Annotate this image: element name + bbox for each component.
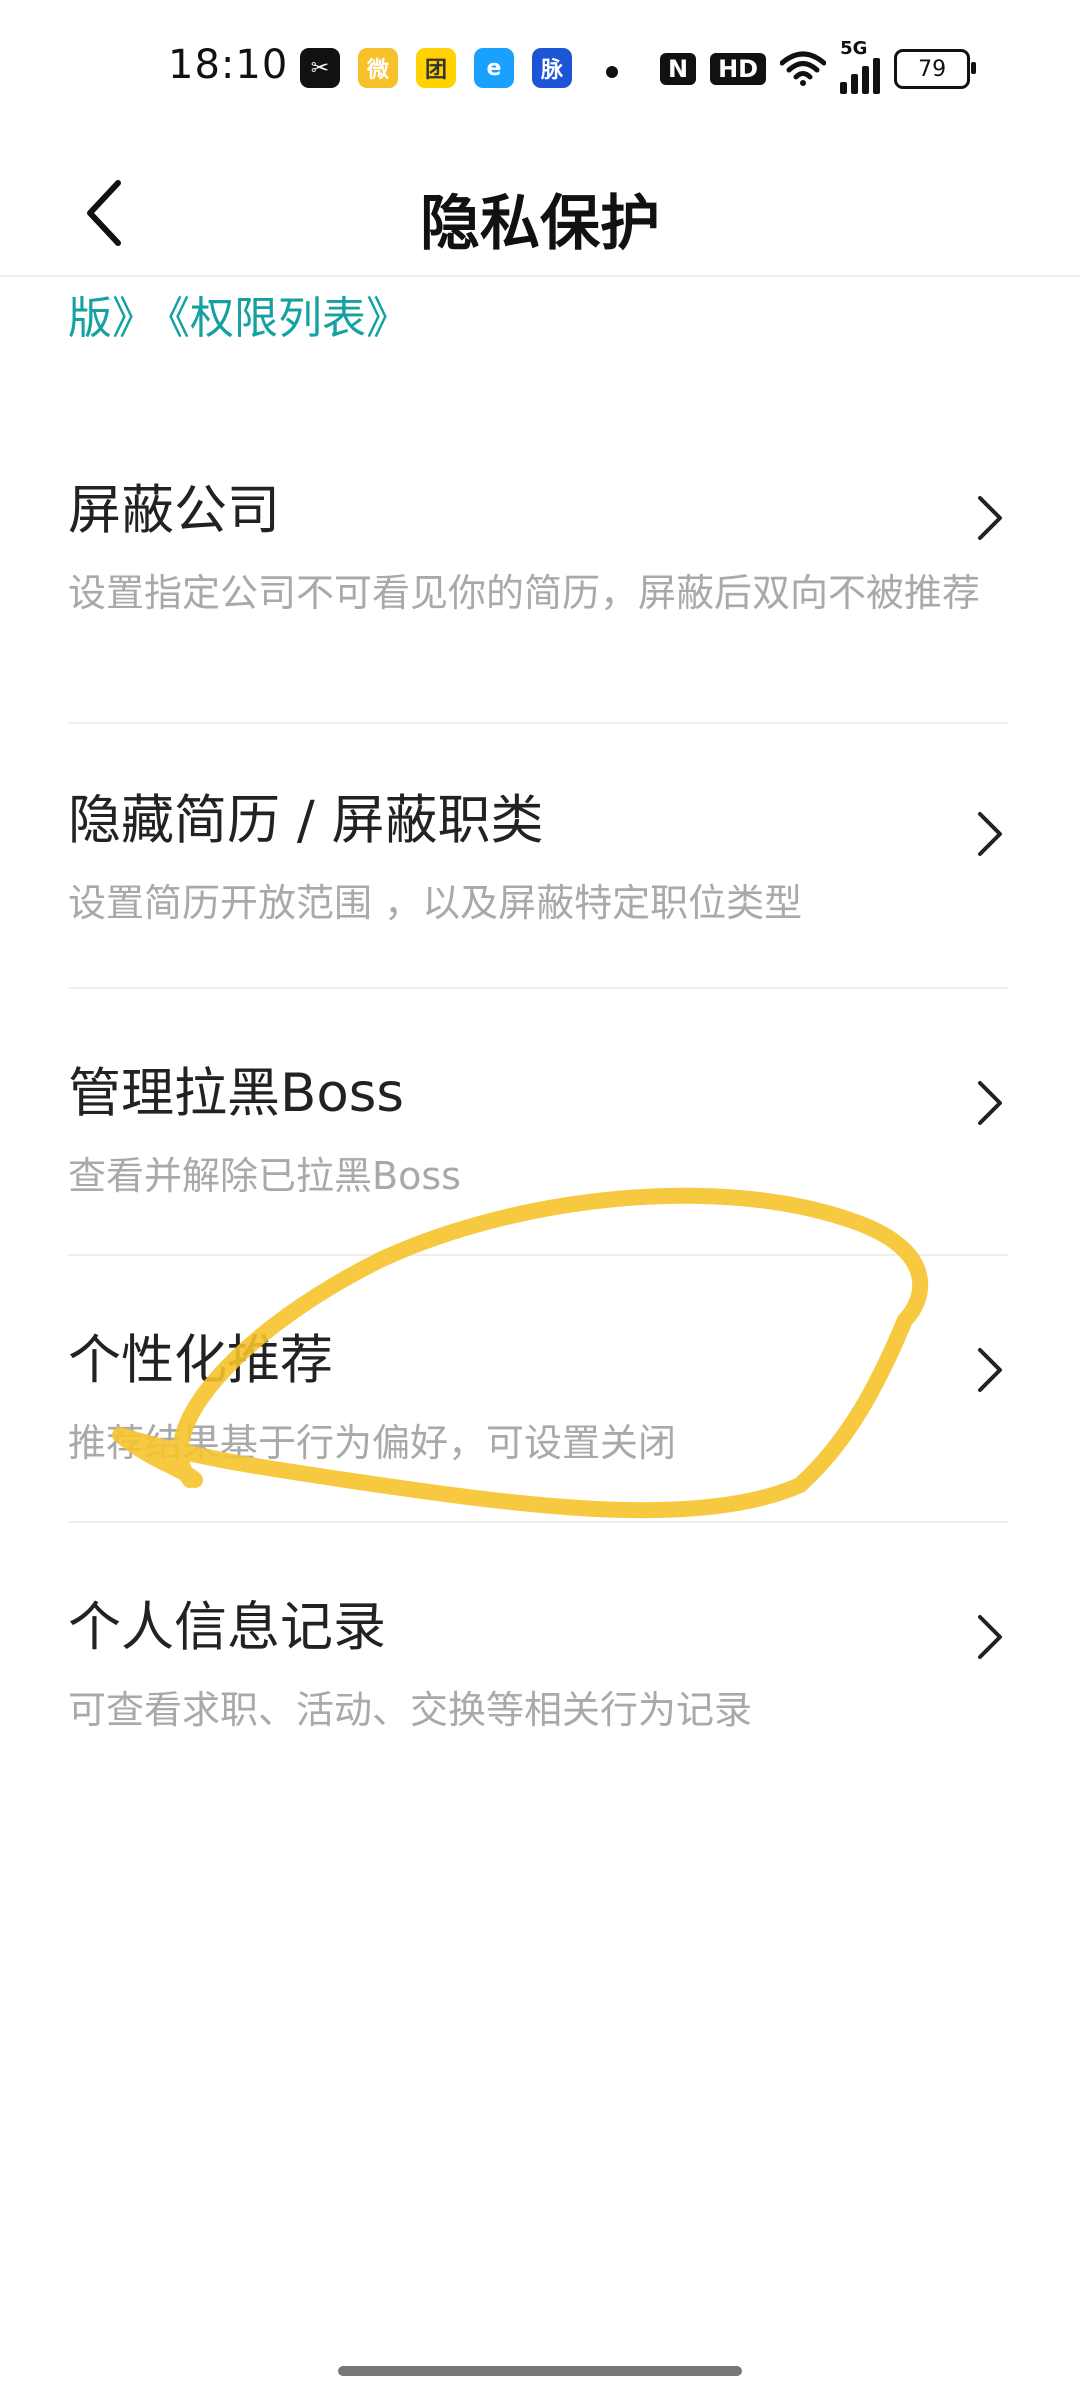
setting-title: 屏蔽公司 <box>68 480 280 541</box>
setting-description: 可查看求职、活动、交换等相关行为记录 <box>68 1688 753 1732</box>
signal-5g: 5G <box>840 38 881 94</box>
setting-description: 推荐结果基于行为偏好，可设置关闭 <box>68 1421 677 1465</box>
chevron-right-icon <box>978 812 1002 856</box>
setting-block-company[interactable]: 屏蔽公司 设置指定公司不可看见你的简历，屏蔽后双向不被推荐 <box>68 440 1008 724</box>
network-type-label: 5G <box>840 38 868 59</box>
top-app-bar: 隐私保护 <box>0 145 1080 277</box>
setting-personal-info-record[interactable]: 个人信息记录 可查看求职、活动、交换等相关行为记录 <box>68 1523 1008 1788</box>
meituan-icon: 团 <box>416 48 456 88</box>
setting-personalized-recommendation[interactable]: 个性化推荐 推荐结果基于行为偏好，可设置关闭 <box>68 1256 1008 1523</box>
setting-title: 隐藏简历 / 屏蔽职类 <box>68 790 544 851</box>
hd-icon: HD <box>710 53 767 85</box>
chevron-right-icon <box>978 1615 1002 1659</box>
page-title: 隐私保护 <box>420 189 660 259</box>
status-bar: 18:10 ✂ 微 团 e 脉 N HD 5G 79 <box>0 0 1080 145</box>
notification-icons: ✂ 微 团 e 脉 <box>300 48 572 88</box>
setting-blocked-boss[interactable]: 管理拉黑Boss 查看并解除已拉黑Boss <box>68 989 1008 1256</box>
setting-description: 设置指定公司不可看见你的简历，屏蔽后双向不被推荐 <box>68 571 981 615</box>
status-time: 18:10 <box>168 42 289 88</box>
setting-title: 个性化推荐 <box>68 1330 333 1391</box>
battery-level: 79 <box>918 56 947 82</box>
permission-list-link[interactable]: 《权限列表》 <box>168 293 410 344</box>
maimai-icon: 脉 <box>532 48 572 88</box>
chevron-right-icon <box>978 496 1002 540</box>
chevron-right-icon <box>978 1348 1002 1392</box>
setting-description: 查看并解除已拉黑Boss <box>68 1154 461 1198</box>
setting-title: 管理拉黑Boss <box>68 1063 405 1124</box>
privacy-settings-list: 屏蔽公司 设置指定公司不可看见你的简历，屏蔽后双向不被推荐 隐藏简历 / 屏蔽职… <box>68 440 1008 1788</box>
agreement-link-previous[interactable]: 版》 <box>68 293 156 344</box>
weibo-icon: 微 <box>358 48 398 88</box>
home-indicator[interactable] <box>338 2366 742 2376</box>
battery-icon: 79 <box>894 49 977 89</box>
setting-title: 个人信息记录 <box>68 1597 386 1658</box>
ele-icon: e <box>474 48 514 88</box>
system-icons: N HD 5G 79 <box>660 38 977 94</box>
wifi-icon <box>780 51 827 86</box>
chevron-right-icon <box>978 1081 1002 1125</box>
nfc-icon: N <box>660 53 697 85</box>
setting-hide-resume[interactable]: 隐藏简历 / 屏蔽职类 设置简历开放范围 ，以及屏蔽特定职位类型 <box>68 724 1008 989</box>
setting-description: 设置简历开放范围 ，以及屏蔽特定职位类型 <box>68 881 803 925</box>
capcut-icon: ✂ <box>300 48 340 88</box>
agreement-links: 版》 《权限列表》 <box>68 282 410 346</box>
notification-dot-icon <box>606 66 618 78</box>
